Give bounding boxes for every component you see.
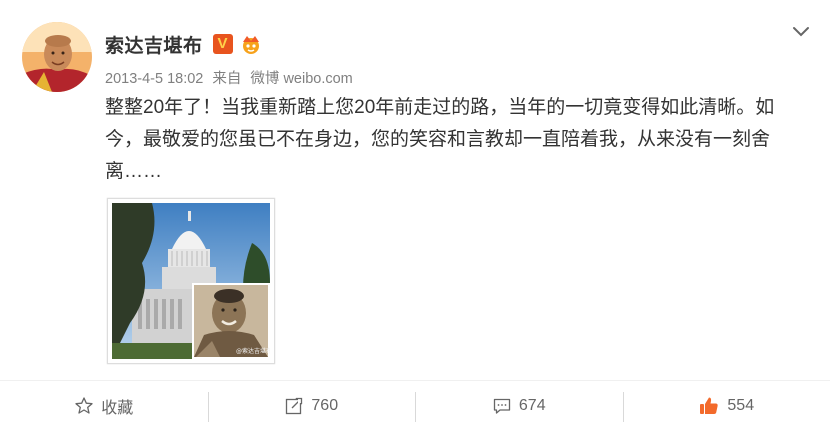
action-bar: 收藏 760 674	[0, 380, 830, 431]
thumbs-up-icon	[698, 395, 720, 417]
author-name-row: 索达吉堪布 V	[105, 30, 263, 58]
chevron-down-icon[interactable]	[790, 20, 812, 42]
author-name[interactable]: 索达吉堪布	[105, 31, 203, 58]
like-count: 554	[727, 397, 754, 415]
image-watermark: @索达吉堪布	[236, 347, 270, 355]
capitol-photo: @索达吉堪布	[112, 203, 270, 359]
comment-icon	[492, 396, 512, 416]
comment-count: 674	[519, 397, 546, 415]
post-meta: 2013-4-5 18:02 来自 微博 weibo.com	[105, 67, 358, 88]
post-image[interactable]: @索达吉堪布	[107, 198, 275, 364]
author-avatar[interactable]	[22, 22, 92, 92]
source-app[interactable]: 微博 weibo.com	[250, 71, 352, 87]
post-text: 整整20年了！当我重新踏上您20年前走过的路，当年的一切竟变得如此清晰。如今，最…	[105, 92, 805, 188]
weibo-post-card: 索达吉堪布 V 2013-4-5 18:02 来自 微博 weibo.com 整…	[0, 0, 830, 430]
source-prefix: 来自	[212, 71, 241, 87]
post-timestamp[interactable]: 2013-4-5 18:02	[105, 71, 203, 87]
comment-button[interactable]: 674	[415, 381, 623, 431]
repost-button[interactable]: 760	[208, 381, 416, 431]
repost-icon	[284, 396, 304, 416]
crown-icon[interactable]	[239, 33, 263, 55]
repost-count: 760	[311, 397, 338, 415]
like-button[interactable]: 554	[623, 381, 830, 431]
star-icon	[74, 396, 94, 416]
favorite-button[interactable]: 收藏	[0, 381, 208, 431]
favorite-label: 收藏	[101, 394, 133, 418]
verified-badge[interactable]: V	[213, 34, 233, 54]
